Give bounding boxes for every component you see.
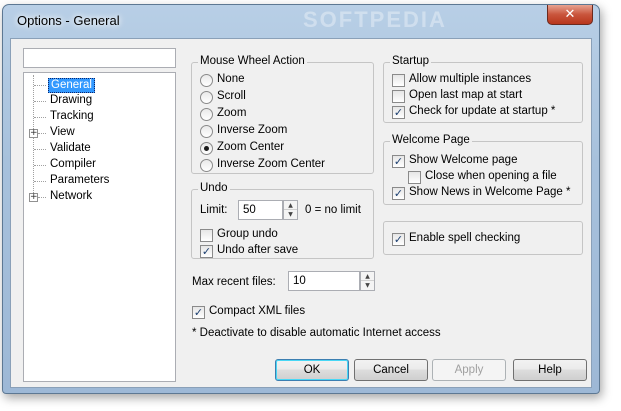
tree-item-general[interactable]: General (24, 77, 174, 93)
radio-label: Inverse Zoom Center (217, 158, 326, 170)
checkbox-label: Close when opening a file (425, 170, 557, 182)
tree-item-label: Compiler (50, 158, 97, 170)
welcome-page-group: Welcome Page ✓ Show Welcome page Close w… (383, 134, 583, 205)
radio-label: Scroll (217, 90, 246, 102)
checkbox-label: Allow multiple instances (409, 73, 532, 85)
checkbox-box[interactable] (408, 171, 421, 184)
ok-button[interactable]: OK (275, 359, 349, 381)
group-title: Startup (390, 55, 432, 67)
checkbox-label: Check for update at startup * (409, 105, 556, 117)
spell-check-group: ✓ Enable spell checking (383, 221, 583, 255)
dialog-client-area: General Drawing Tracking + View Validate (10, 38, 592, 388)
tree-item-validate[interactable]: Validate (24, 141, 174, 157)
radio-label: Inverse Zoom (217, 124, 288, 136)
radio-button-selected[interactable] (200, 142, 213, 155)
spin-up-icon[interactable]: ▲ (361, 272, 374, 281)
radio-button[interactable] (200, 108, 213, 121)
expand-icon[interactable]: + (29, 193, 38, 202)
tree-branch-line (34, 117, 46, 118)
window-title: Options - General (17, 13, 120, 28)
tree-branch-line (34, 101, 46, 102)
tree-item-drawing[interactable]: Drawing (24, 93, 174, 109)
tree-branch-line (34, 181, 46, 182)
tree-branch-line (38, 197, 46, 198)
checkbox-box[interactable] (392, 74, 405, 87)
spin-down-icon[interactable]: ▼ (361, 281, 374, 290)
tree-item-view[interactable]: + View (24, 125, 174, 141)
group-title: Welcome Page (390, 134, 472, 146)
limit-hint: 0 = no limit (305, 204, 361, 216)
radio-button[interactable] (200, 159, 213, 172)
undo-group: Undo Limit: 50 ▲ ▼ 0 = no limit Group un… (191, 182, 374, 259)
tree-item-label: View (50, 126, 75, 138)
radio-button[interactable] (200, 91, 213, 104)
tree-item-parameters[interactable]: Parameters (24, 173, 174, 189)
title-bar[interactable]: Options - General SOFTPEDIA ✕ (3, 5, 599, 39)
checkbox-box[interactable] (392, 90, 405, 103)
cancel-button[interactable]: Cancel (354, 359, 428, 381)
max-recent-input[interactable]: 10 (288, 271, 360, 291)
checkmark-icon[interactable]: ✓ (392, 233, 405, 246)
tree-branch-line (34, 165, 46, 166)
watermark: SOFTPEDIA (303, 7, 447, 32)
spin-down-icon[interactable]: ▼ (284, 210, 297, 219)
tree-branch-line (38, 133, 46, 134)
group-title: Undo (198, 182, 230, 194)
tree-item-label: Drawing (50, 94, 93, 106)
tree-item-label: Tracking (50, 110, 94, 122)
checkmark-icon[interactable]: ✓ (392, 155, 405, 168)
category-tree[interactable]: General Drawing Tracking + View Validate (23, 72, 176, 382)
tree-item-label: Network (50, 190, 93, 202)
radio-label: None (217, 73, 245, 85)
footnote: * Deactivate to disable automatic Intern… (192, 327, 441, 339)
tree-branch-line (34, 85, 46, 86)
close-icon: ✕ (564, 7, 576, 22)
checkmark-icon[interactable]: ✓ (192, 306, 205, 319)
checkbox-label: Group undo (217, 228, 278, 240)
max-recent-label: Max recent files: (192, 276, 276, 288)
radio-button[interactable] (200, 74, 213, 87)
checkbox-label: Enable spell checking (409, 232, 521, 244)
close-button[interactable]: ✕ (547, 5, 593, 25)
expand-icon[interactable]: + (29, 129, 38, 138)
tree-item-compiler[interactable]: Compiler (24, 157, 174, 173)
help-button[interactable]: Help (513, 359, 587, 381)
mouse-wheel-group: Mouse Wheel Action None Scroll Zoom Inve… (191, 55, 374, 174)
checkbox-label: Show News in Welcome Page * (409, 186, 571, 198)
limit-label: Limit: (200, 204, 228, 216)
tree-item-network[interactable]: + Network (24, 189, 174, 205)
checkmark-icon[interactable]: ✓ (392, 187, 405, 200)
apply-button[interactable]: Apply (432, 359, 506, 381)
tree-filter-input[interactable] (23, 48, 176, 68)
checkmark-icon[interactable]: ✓ (392, 106, 405, 119)
startup-group: Startup Allow multiple instances Open la… (383, 55, 583, 123)
radio-label: Zoom Center (217, 141, 285, 153)
spin-up-icon[interactable]: ▲ (284, 201, 297, 210)
tree-item-label: Validate (50, 142, 91, 154)
checkbox-label: Undo after save (217, 244, 299, 256)
checkmark-icon[interactable]: ✓ (200, 245, 213, 258)
checkbox-label: Show Welcome page (409, 154, 518, 166)
checkbox-box[interactable] (200, 229, 213, 242)
radio-button[interactable] (200, 125, 213, 138)
radio-label: Zoom (217, 107, 247, 119)
tree-item-label: General (48, 78, 95, 93)
group-title: Mouse Wheel Action (198, 55, 307, 67)
options-window: Options - General SOFTPEDIA ✕ General Dr… (2, 4, 600, 394)
limit-input[interactable]: 50 (238, 200, 283, 220)
tree-item-tracking[interactable]: Tracking (24, 109, 174, 125)
max-recent-spinner[interactable]: ▲ ▼ (360, 271, 375, 291)
tree-item-label: Parameters (50, 174, 110, 186)
limit-spinner[interactable]: ▲ ▼ (283, 200, 298, 220)
tree-branch-line (34, 149, 46, 150)
checkbox-label: Open last map at start (409, 89, 523, 101)
checkbox-label: Compact XML files (209, 305, 306, 317)
